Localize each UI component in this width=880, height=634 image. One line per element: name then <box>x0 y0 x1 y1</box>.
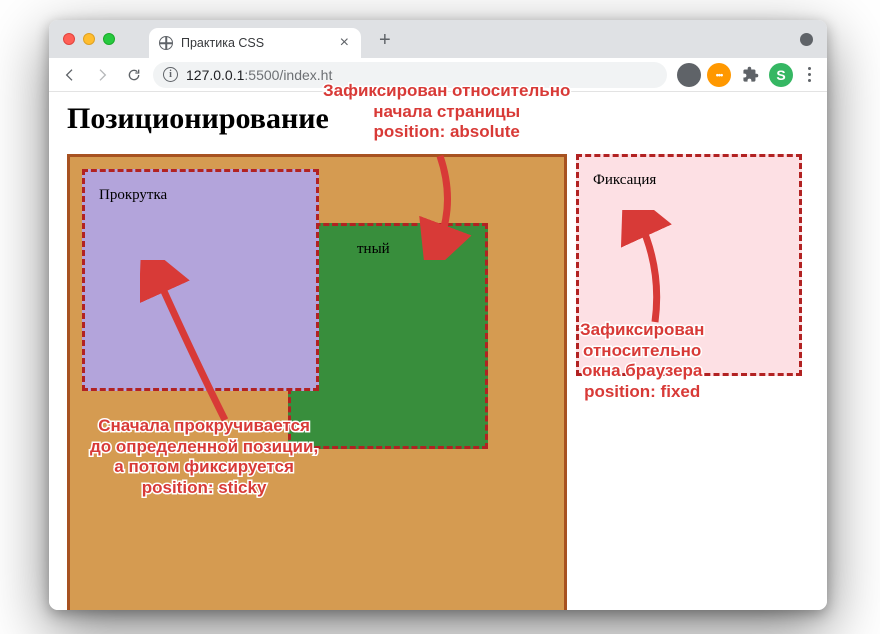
puzzle-icon <box>742 66 759 83</box>
address-bar[interactable]: i 127.0.0.1:5500/index.ht <box>153 62 667 88</box>
close-window-button[interactable] <box>63 33 75 45</box>
extension-2-button[interactable]: ••• <box>707 63 731 87</box>
extension-1-button[interactable] <box>677 63 701 87</box>
browser-tab[interactable]: Практика CSS × <box>149 28 361 58</box>
maximize-window-button[interactable] <box>103 33 115 45</box>
fixed-box-label: Фиксация <box>593 172 656 188</box>
new-tab-button[interactable]: + <box>373 27 397 54</box>
globe-icon <box>159 36 173 50</box>
sticky-box: Прокрутка <box>82 169 319 391</box>
extensions-button[interactable] <box>737 62 763 88</box>
arrow-left-icon <box>62 67 78 83</box>
page-heading: Позиционирование <box>67 102 827 136</box>
browser-menu-button[interactable] <box>799 67 819 82</box>
browser-window: Практика CSS × + i 127.0.0.1:5500/index.… <box>49 20 827 610</box>
sticky-box-label: Прокрутка <box>99 187 167 203</box>
back-button[interactable] <box>57 62 83 88</box>
relative-container-box: тный Прокрутка <box>67 154 567 610</box>
fixed-box: Фиксация <box>576 154 802 376</box>
toolbar: i 127.0.0.1:5500/index.ht ••• S <box>49 58 827 92</box>
site-info-icon[interactable]: i <box>163 67 178 82</box>
extension-s-button[interactable]: S <box>769 63 793 87</box>
extensions-area: ••• S <box>677 62 819 88</box>
reload-icon <box>126 67 142 83</box>
minimize-window-button[interactable] <box>83 33 95 45</box>
tab-title: Практика CSS <box>181 36 338 50</box>
forward-button[interactable] <box>89 62 115 88</box>
traffic-lights <box>63 33 115 45</box>
reload-button[interactable] <box>121 62 147 88</box>
account-menu-button[interactable] <box>800 33 813 46</box>
titlebar: Практика CSS × + <box>49 20 827 58</box>
page-viewport: Позиционирование тный Прокрутка Фиксация <box>49 92 827 610</box>
close-tab-button[interactable]: × <box>338 35 351 51</box>
arrow-right-icon <box>94 67 110 83</box>
absolute-box-label: тный <box>357 241 390 257</box>
url-text: 127.0.0.1:5500/index.ht <box>186 67 332 83</box>
